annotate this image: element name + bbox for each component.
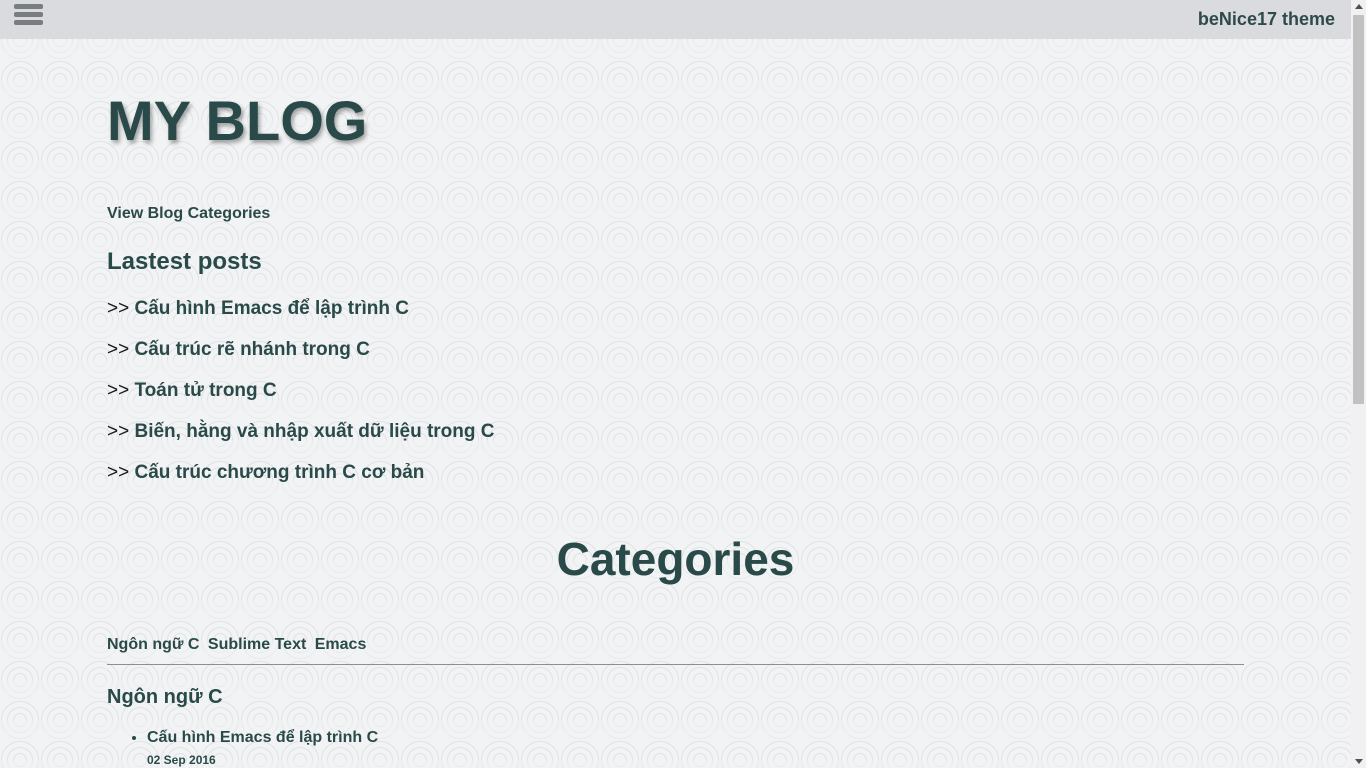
list-item: Cấu hình Emacs để lập trình C 02 Sep 201… <box>147 729 378 767</box>
list-item: >> Cấu trúc rẽ nhánh trong C <box>107 339 495 380</box>
post-prefix: >> <box>107 380 130 401</box>
view-blog-categories-link[interactable]: View Blog Categories <box>107 205 270 223</box>
list-item: >> Cấu hình Emacs để lập trình C <box>107 298 495 339</box>
category-tags: Ngôn ngữ C Sublime Text Emacs <box>107 636 370 654</box>
list-item: >> Biến, hằng và nhập xuất dữ liệu trong… <box>107 421 495 462</box>
latest-post-link[interactable]: Cấu trúc chương trình C cơ bản <box>134 462 424 483</box>
latest-posts-heading: Lastest posts <box>107 248 262 275</box>
hamburger-menu-icon[interactable] <box>14 4 43 30</box>
category-tag-emacs[interactable]: Emacs <box>315 636 367 653</box>
category-section-title: Ngôn ngữ C <box>107 686 223 708</box>
category-post-link[interactable]: Cấu hình Emacs để lập trình C <box>147 729 378 746</box>
categories-heading: Categories <box>556 533 795 585</box>
list-item: >> Toán tử trong C <box>107 380 495 421</box>
scroll-down-arrow-icon[interactable] <box>1355 759 1363 764</box>
category-post-list: Cấu hình Emacs để lập trình C 02 Sep 201… <box>107 729 378 767</box>
scroll-up-arrow-icon[interactable] <box>1355 4 1363 9</box>
latest-post-link[interactable]: Biến, hằng và nhập xuất dữ liệu trong C <box>134 421 494 442</box>
category-tag-ngon-ngu-c[interactable]: Ngôn ngữ C <box>107 636 199 653</box>
post-date: 02 Sep 2016 <box>147 753 216 767</box>
scrollbar-thumb[interactable] <box>1353 15 1364 404</box>
latest-post-link[interactable]: Cấu hình Emacs để lập trình C <box>134 298 409 319</box>
vertical-scrollbar[interactable] <box>1351 0 1366 768</box>
divider <box>107 664 1244 665</box>
list-item: >> Cấu trúc chương trình C cơ bản <box>107 462 495 503</box>
latest-posts-list: >> Cấu hình Emacs để lập trình C >> Cấu … <box>107 298 495 503</box>
top-bar: beNice17 theme <box>0 0 1351 39</box>
latest-post-link[interactable]: Toán tử trong C <box>134 380 276 401</box>
post-prefix: >> <box>107 298 130 319</box>
latest-post-link[interactable]: Cấu trúc rẽ nhánh trong C <box>134 339 369 360</box>
category-tag-sublime-text[interactable]: Sublime Text <box>208 636 306 653</box>
post-prefix: >> <box>107 462 130 483</box>
theme-title[interactable]: beNice17 theme <box>1198 9 1335 30</box>
blog-title: MY BLOG <box>107 89 368 152</box>
post-prefix: >> <box>107 339 130 360</box>
post-prefix: >> <box>107 421 130 442</box>
